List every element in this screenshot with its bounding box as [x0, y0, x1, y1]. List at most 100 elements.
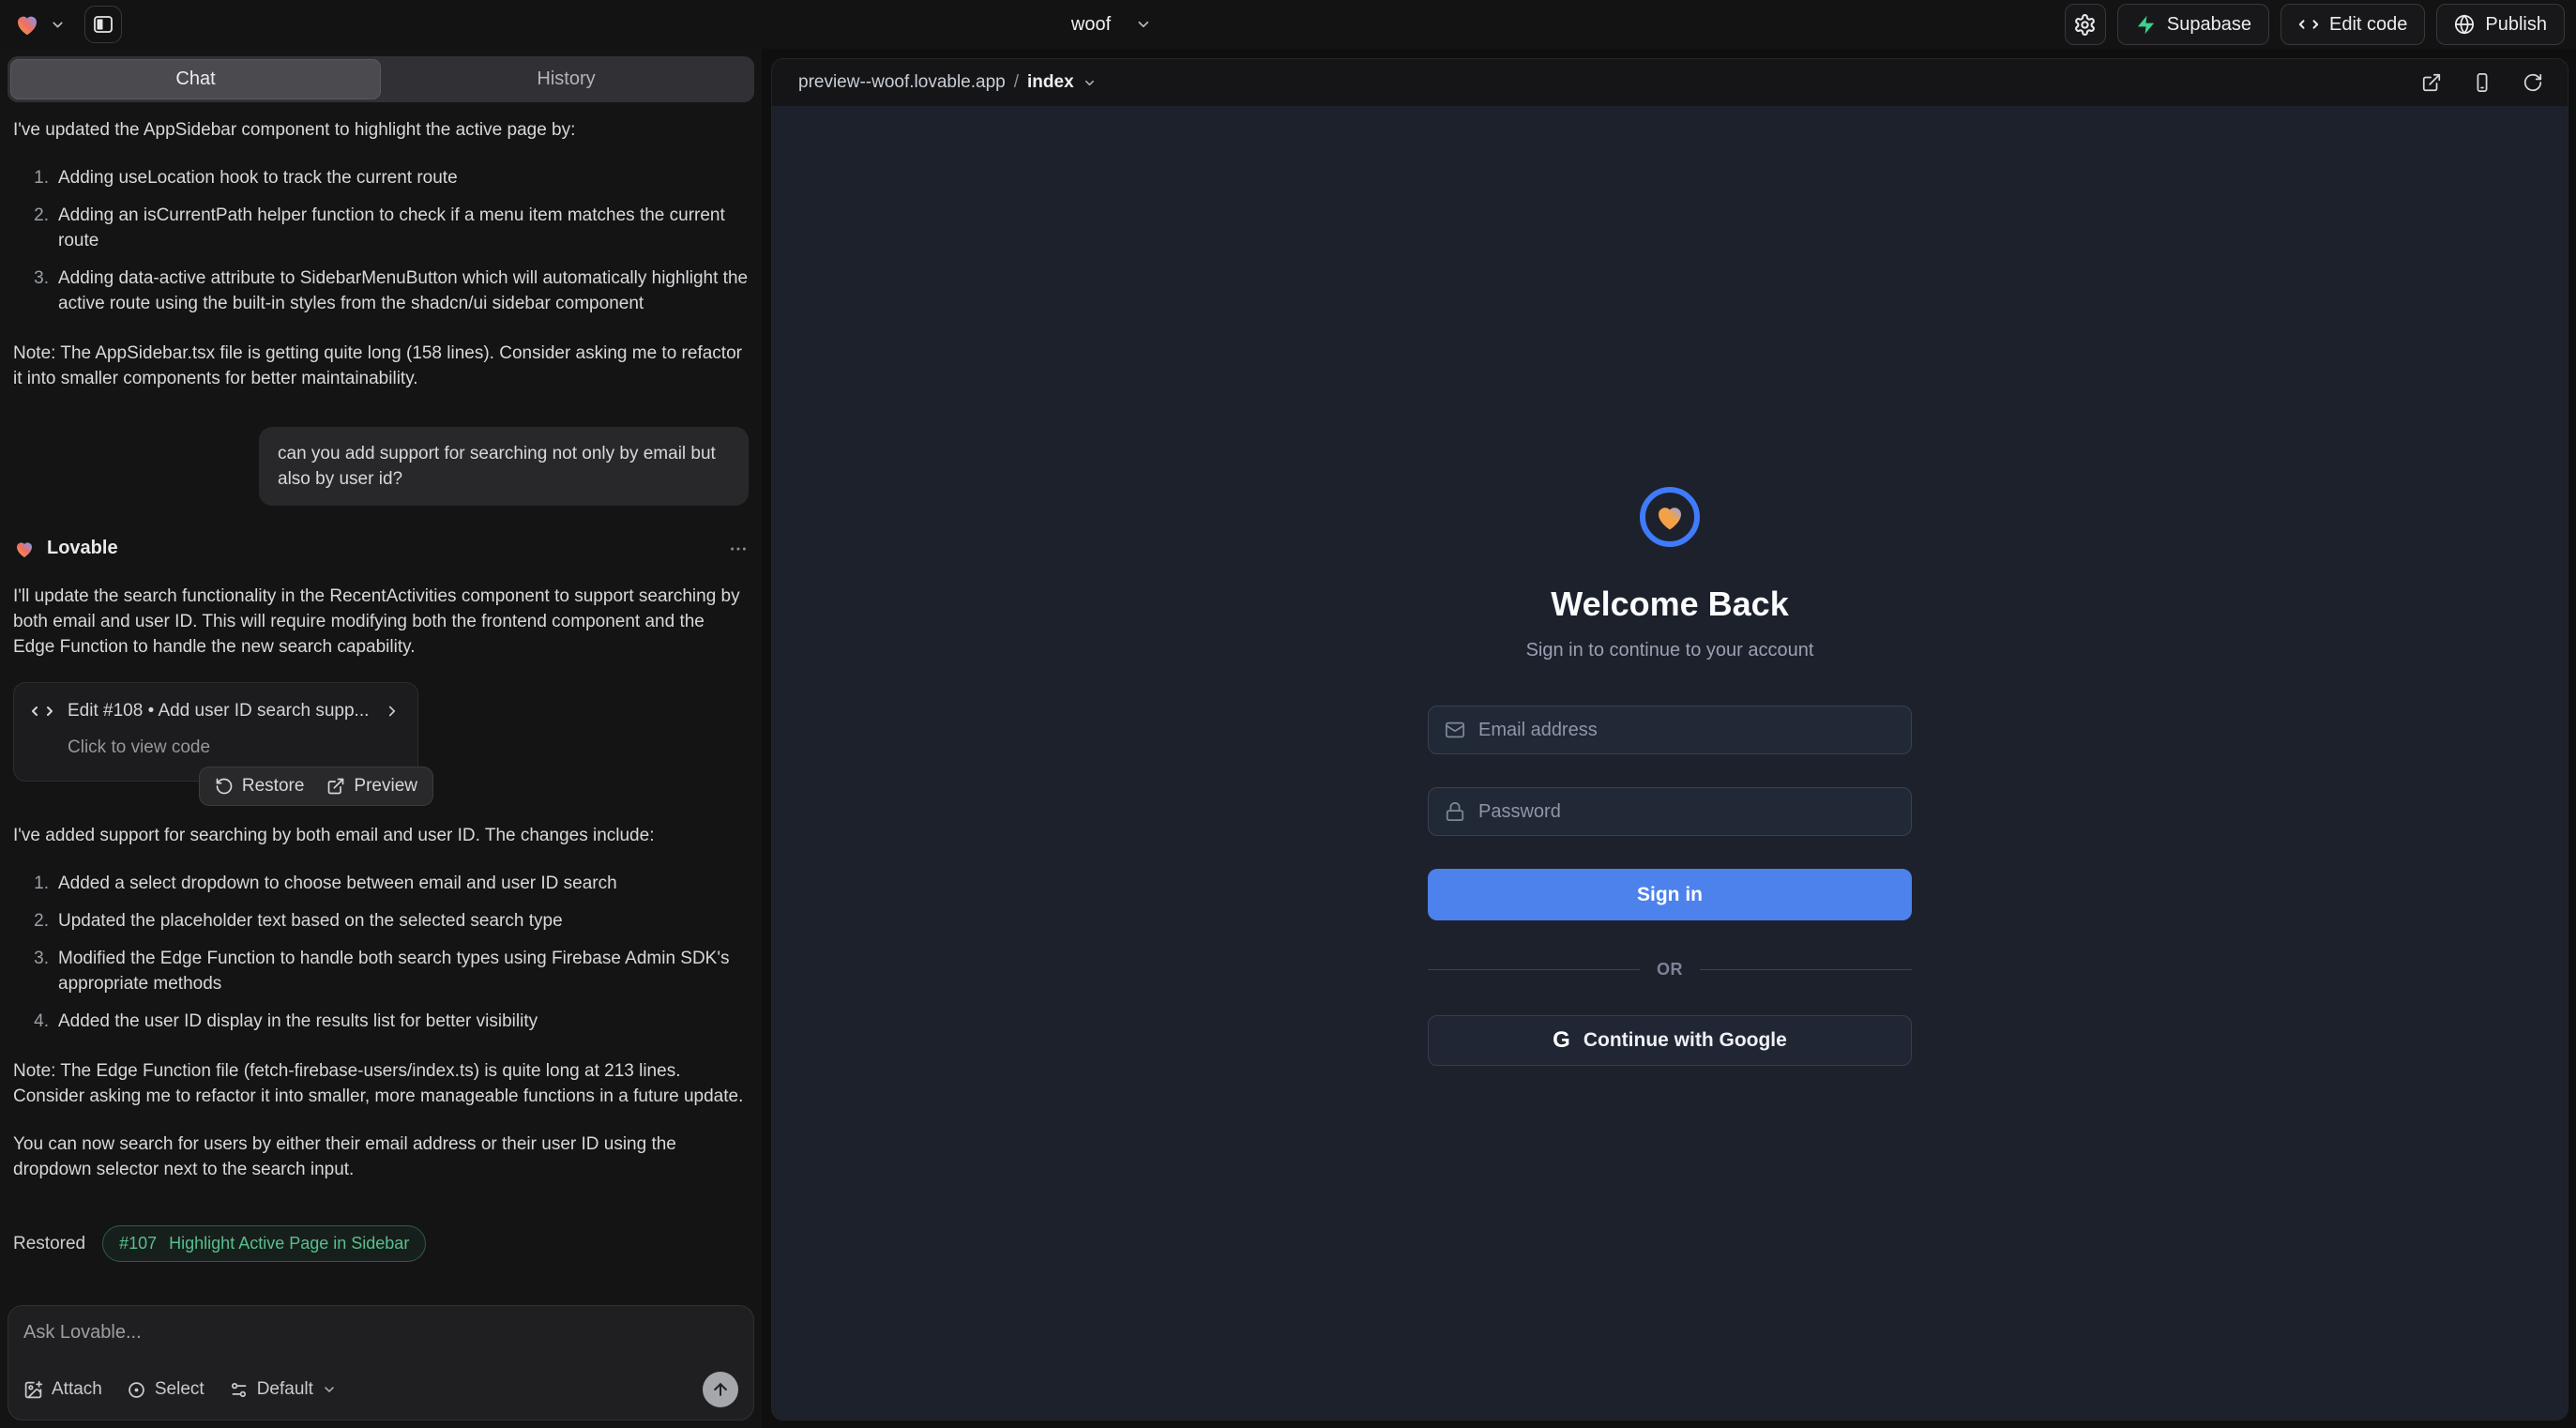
main-layout: Chat History I've updated the AppSidebar… — [0, 49, 2576, 1428]
restore-label: Restore — [242, 776, 305, 797]
mode-label: Default — [257, 1379, 313, 1400]
publish-label: Publish — [2485, 14, 2547, 36]
preview-pane: preview--woof.lovable.app / index — [771, 58, 2568, 1420]
restore-icon — [215, 777, 234, 796]
preview-label: Preview — [354, 776, 417, 797]
arrow-up-icon — [711, 1380, 730, 1399]
preview-url-selector[interactable]: preview--woof.lovable.app / index — [798, 72, 1097, 93]
select-label: Select — [155, 1379, 205, 1400]
refresh-button[interactable] — [2523, 72, 2543, 93]
sidebar-tabs: Chat History — [8, 56, 754, 102]
toggle-sidebar-button[interactable] — [84, 6, 122, 43]
assistant-list: Added a select dropdown to choose betwee… — [13, 871, 749, 1034]
external-link-icon — [2421, 72, 2442, 93]
supabase-label: Supabase — [2167, 14, 2251, 36]
panel-left-icon — [92, 13, 114, 36]
password-field-wrap — [1428, 787, 1912, 836]
user-message-row: can you add support for searching not on… — [13, 427, 749, 506]
user-message-bubble: can you add support for searching not on… — [259, 427, 749, 506]
lovable-avatar-icon — [13, 538, 36, 560]
preview-path: index — [1027, 72, 1074, 93]
restored-label: Restored — [13, 1231, 85, 1256]
globe-icon — [2454, 14, 2475, 35]
version-id: #107 — [119, 1234, 157, 1253]
sign-in-button[interactable]: Sign in — [1428, 869, 1912, 920]
project-switcher[interactable]: woof — [1071, 14, 1152, 36]
assistant-note: Note: The AppSidebar.tsx file is getting… — [13, 341, 749, 391]
attach-label: Attach — [52, 1379, 102, 1400]
edit-card-container: Edit #108 • Add user ID search supp... C… — [13, 682, 418, 782]
assistant-list: Adding useLocation hook to track the cur… — [13, 165, 749, 316]
restore-button[interactable]: Restore — [215, 776, 305, 797]
target-icon — [127, 1380, 146, 1400]
edit-card-actions: Restore Preview — [199, 767, 433, 806]
assistant-header: Lovable — [13, 536, 749, 561]
smartphone-icon — [2472, 72, 2493, 93]
list-item: Added a select dropdown to choose betwee… — [58, 871, 749, 896]
assistant-paragraph: I've added support for searching by both… — [13, 823, 749, 848]
chat-composer: Attach Select Default — [8, 1305, 754, 1420]
lovable-app: woof Supabase Edit code — [0, 0, 2576, 1428]
assistant-paragraph: I've updated the AppSidebar component to… — [13, 117, 749, 143]
assistant-paragraph: I'll update the search functionality in … — [13, 584, 749, 660]
assistant-paragraph: You can now search for users by either t… — [13, 1132, 749, 1182]
image-plus-icon — [23, 1380, 43, 1400]
settings-button[interactable] — [2065, 4, 2106, 45]
mobile-view-button[interactable] — [2472, 72, 2493, 93]
topbar: woof Supabase Edit code — [0, 0, 2576, 49]
tab-history[interactable]: History — [381, 59, 751, 99]
list-item: Adding an isCurrentPath helper function … — [58, 203, 749, 253]
open-in-new-tab-button[interactable] — [2421, 72, 2442, 93]
chevron-down-icon — [1135, 16, 1152, 33]
google-icon: G — [1553, 1029, 1570, 1052]
mail-icon — [1445, 720, 1465, 740]
external-link-icon — [326, 777, 345, 796]
mode-selector-button[interactable]: Default — [229, 1379, 337, 1400]
ellipsis-icon — [728, 539, 749, 559]
gear-icon — [2073, 13, 2097, 37]
code-icon — [2298, 14, 2319, 35]
edit-code-button[interactable]: Edit code — [2281, 4, 2425, 45]
publish-button[interactable]: Publish — [2436, 4, 2565, 45]
assistant-name: Lovable — [47, 536, 118, 561]
send-button[interactable] — [703, 1372, 738, 1407]
email-field[interactable] — [1478, 720, 1895, 741]
preview-button[interactable]: Preview — [326, 776, 417, 797]
list-item: Updated the placeholder text based on th… — [58, 908, 749, 934]
supabase-bolt-icon — [2135, 14, 2157, 36]
url-separator: / — [1014, 72, 1019, 93]
project-name: woof — [1071, 14, 1111, 36]
password-field[interactable] — [1478, 801, 1895, 823]
divider-label: OR — [1657, 960, 1683, 980]
sliders-icon — [229, 1380, 249, 1400]
preview-actions — [2421, 72, 2543, 93]
chevron-down-icon — [322, 1382, 337, 1397]
email-field-wrap — [1428, 706, 1912, 754]
assistant-note: Note: The Edge Function file (fetch-fire… — [13, 1058, 749, 1109]
restored-version-badge[interactable]: #107 Highlight Active Page in Sidebar — [102, 1225, 426, 1262]
composer-toolbar: Attach Select Default — [23, 1372, 738, 1407]
chevron-down-icon — [50, 17, 66, 33]
attach-button[interactable]: Attach — [23, 1379, 102, 1400]
list-item: Adding data-active attribute to SidebarM… — [58, 266, 749, 316]
edit-card-title-row: Edit #108 • Add user ID search supp... — [31, 698, 401, 723]
workspace-menu-button[interactable] — [13, 10, 66, 38]
select-button[interactable]: Select — [127, 1379, 205, 1400]
google-label: Continue with Google — [1583, 1029, 1787, 1052]
list-item: Modified the Edge Function to handle bot… — [58, 946, 749, 996]
edit-card-title: Edit #108 • Add user ID search supp... — [68, 698, 369, 723]
preview-header: preview--woof.lovable.app / index — [772, 59, 2568, 106]
continue-with-google-button[interactable]: G Continue with Google — [1428, 1015, 1912, 1066]
supabase-button[interactable]: Supabase — [2117, 4, 2269, 45]
more-options-button[interactable] — [728, 539, 749, 559]
app-logo — [1640, 487, 1700, 547]
chevron-down-icon — [1083, 76, 1097, 90]
divider-line — [1700, 969, 1912, 970]
chat-messages[interactable]: I've updated the AppSidebar component to… — [0, 102, 762, 1292]
page-title: Welcome Back — [1428, 585, 1912, 624]
restored-row: Restored #107 Highlight Active Page in S… — [13, 1225, 749, 1262]
chat-input[interactable] — [23, 1322, 738, 1344]
signin-page: Welcome Back Sign in to continue to your… — [1428, 106, 1912, 1066]
tab-chat[interactable]: Chat — [10, 59, 381, 99]
refresh-icon — [2523, 72, 2543, 93]
